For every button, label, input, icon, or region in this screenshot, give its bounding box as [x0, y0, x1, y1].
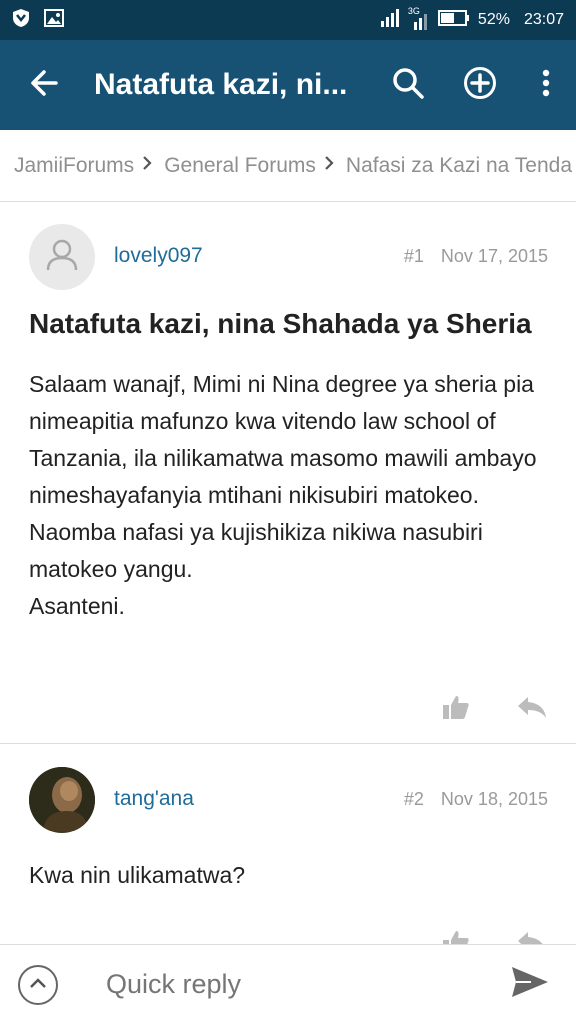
chevron-right-icon: [142, 154, 152, 177]
post-body: Kwa nin ulikamatwa?: [29, 857, 559, 894]
battery-percent: 52%: [477, 11, 510, 28]
chevron-right-icon: [324, 154, 334, 177]
chevron-up-icon: [29, 976, 47, 994]
image-notification-icon: [44, 8, 64, 32]
post-body-paragraph: Naomba nafasi ya kujishikiza nikiwa nasu…: [29, 519, 483, 582]
quick-reply-input[interactable]: [106, 969, 466, 1000]
user-photo-icon: [29, 767, 95, 833]
default-user-icon: [44, 237, 80, 278]
send-button[interactable]: [506, 961, 554, 1009]
breadcrumb-item-jamiiforums[interactable]: JamiiForums: [14, 154, 134, 178]
post-number[interactable]: #1: [404, 246, 424, 266]
app-bar: Natafuta kazi, ni...: [0, 40, 576, 130]
status-bar: 3G 52% 23:07: [0, 0, 576, 40]
expand-reply-button[interactable]: [18, 964, 58, 1005]
quick-reply-bar: [0, 944, 576, 1024]
post: tang'ana #2 Nov 18, 2015 Kwa nin ulikama…: [0, 745, 576, 954]
arrow-back-icon: [30, 69, 58, 101]
post-meta: #2 Nov 18, 2015: [404, 789, 548, 810]
breadcrumb-item-general-forums[interactable]: General Forums: [164, 154, 316, 178]
post-body-paragraph: Salaam wanajf, Mimi ni Nina degree ya sh…: [29, 371, 537, 508]
post-meta: #1 Nov 17, 2015: [404, 246, 548, 267]
add-circle-icon: [463, 66, 497, 105]
post-body-paragraph: Asanteni.: [29, 593, 125, 619]
post-username[interactable]: lovely097: [114, 244, 203, 268]
clock: 23:07: [523, 11, 564, 28]
post-number[interactable]: #2: [404, 789, 424, 809]
add-button[interactable]: [444, 40, 516, 130]
breadcrumb-item-nafasi-za-kazi[interactable]: Nafasi za Kazi na Tenda: [346, 154, 572, 178]
avatar[interactable]: [29, 767, 95, 833]
battery-icon: [437, 9, 470, 31]
like-button[interactable]: [442, 694, 470, 725]
reply-icon: [516, 697, 548, 723]
post-body-paragraph: Kwa nin ulikamatwa?: [29, 862, 246, 888]
thumb-up-icon: [442, 696, 470, 724]
shield-icon: [12, 8, 30, 33]
send-icon: [511, 966, 549, 1003]
post-date: Nov 17, 2015: [440, 246, 548, 266]
post-date: Nov 18, 2015: [440, 789, 548, 809]
post: lovely097 #1 Nov 17, 2015 Natafuta kazi,…: [0, 202, 576, 744]
back-button[interactable]: [14, 40, 74, 130]
more-options-button[interactable]: [516, 40, 576, 130]
search-icon: [392, 67, 424, 104]
page-title: Natafuta kazi, ni...: [94, 68, 348, 101]
post-username[interactable]: tang'ana: [114, 787, 194, 811]
avatar[interactable]: [29, 224, 95, 290]
more-vert-icon: [542, 69, 550, 102]
signal-3g-icon: 3G: [408, 6, 430, 30]
search-button[interactable]: [372, 40, 444, 130]
post-title: Natafuta kazi, nina Shahada ya Sheria: [29, 308, 532, 339]
signal-icon: [380, 8, 400, 32]
reply-button[interactable]: [516, 695, 548, 724]
breadcrumb: JamiiForums General Forums Nafasi za Kaz…: [0, 130, 576, 202]
post-body: Salaam wanajf, Mimi ni Nina degree ya sh…: [29, 366, 559, 625]
